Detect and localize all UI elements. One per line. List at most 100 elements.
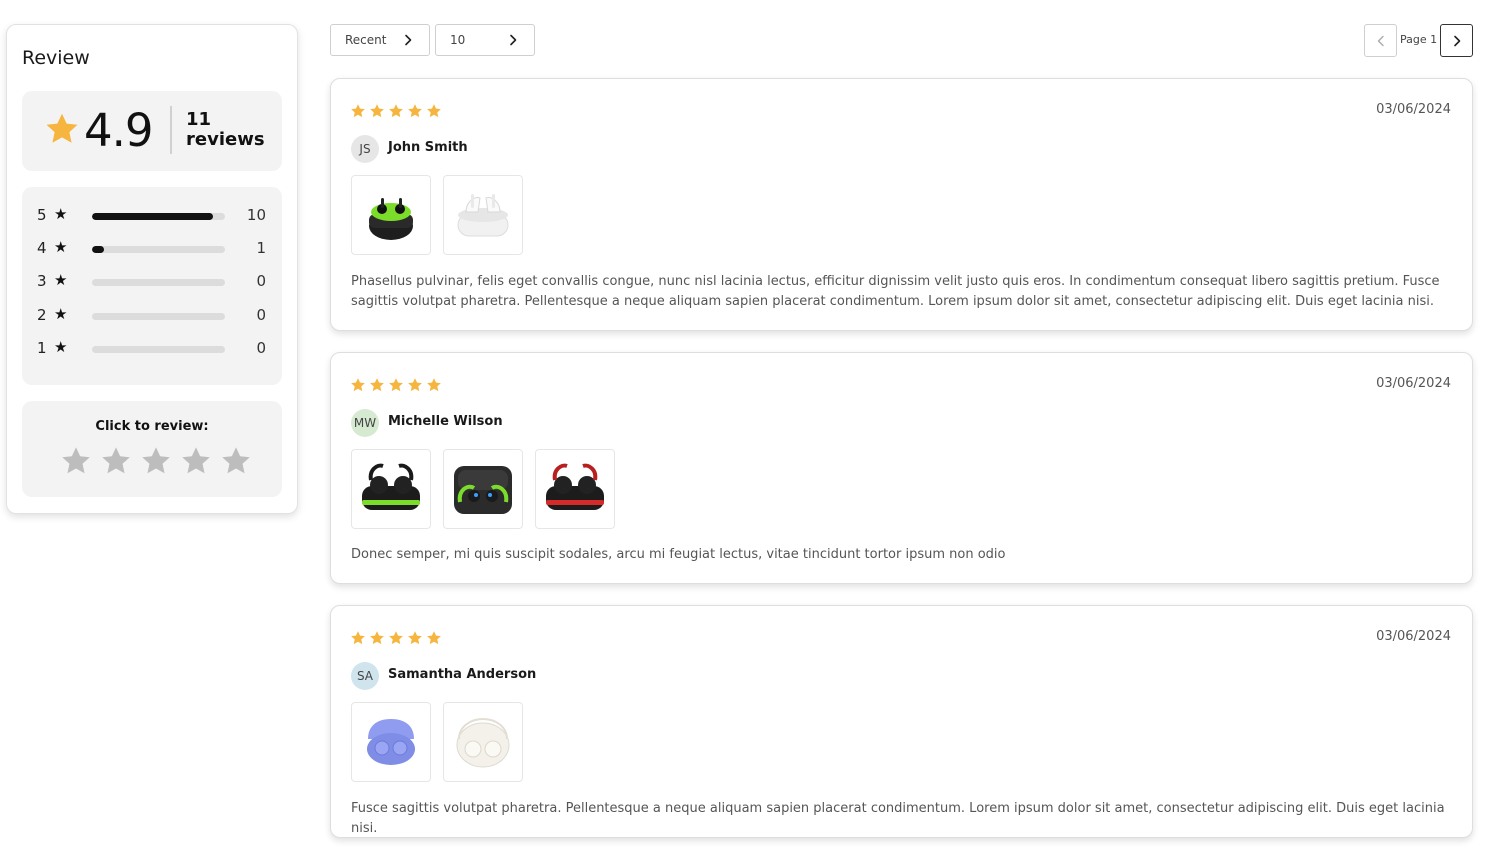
review-images — [351, 702, 523, 782]
rating-count: 1 — [256, 239, 266, 258]
rating-count: 0 — [256, 305, 266, 324]
star-icon — [427, 378, 441, 392]
star-icon: ★ — [54, 271, 68, 290]
star-icon — [370, 378, 384, 392]
average-score-box: 4.9 11 reviews — [22, 91, 282, 171]
review-text: Donec semper, mi quis suscipit sodales, … — [351, 547, 1006, 562]
sort-dropdown[interactable]: Recent — [330, 24, 430, 56]
click-to-review-panel: Click to review: — [22, 401, 282, 497]
avatar: SA — [351, 662, 379, 690]
star-level-label: 5 — [37, 206, 47, 224]
star-icon — [351, 631, 365, 645]
rating-distribution-row: 3 ★ 0 — [22, 270, 282, 294]
review-count-number: 11 — [186, 109, 212, 130]
chevron-right-icon — [1454, 35, 1461, 47]
star-icon — [427, 631, 441, 645]
rating-bar-fill — [92, 246, 104, 254]
reviewer-name: John Smith — [388, 140, 468, 155]
per-page-dropdown[interactable]: 10 — [435, 24, 535, 56]
review-count: 11 reviews — [186, 110, 265, 150]
click-to-review-label: Click to review: — [95, 419, 209, 434]
rating-distribution-row: 1 ★ 0 — [22, 337, 282, 361]
reviewer-name: Michelle Wilson — [388, 414, 503, 429]
review-card: 03/06/2024 MW Michelle Wilson Donec semp… — [330, 352, 1473, 584]
star-icon[interactable] — [100, 445, 132, 477]
sort-dropdown-value: Recent — [345, 33, 387, 47]
rating-count: 10 — [246, 206, 266, 224]
star-icon — [370, 631, 384, 645]
review-rating-stars — [350, 630, 442, 646]
star-icon — [370, 104, 384, 118]
chevron-left-icon — [1377, 35, 1384, 47]
review-images — [351, 175, 523, 255]
earbuds-image — [456, 717, 510, 768]
star-icon: ★ — [54, 337, 68, 356]
review-count-word: reviews — [186, 129, 265, 150]
review-images — [351, 449, 615, 529]
star-icon — [389, 378, 403, 392]
star-icon[interactable] — [220, 445, 252, 477]
divider — [170, 106, 172, 154]
star-icon[interactable] — [60, 445, 92, 477]
per-page-dropdown-value: 10 — [450, 33, 466, 47]
review-star-picker[interactable] — [60, 445, 252, 477]
chevron-right-icon — [510, 34, 517, 46]
rating-count: 0 — [256, 272, 266, 291]
star-icon — [408, 104, 422, 118]
star-icon — [389, 104, 403, 118]
summary-title: Review — [22, 47, 90, 69]
star-icon — [46, 113, 78, 143]
chevron-right-icon — [405, 34, 412, 46]
review-image-thumbnail[interactable] — [351, 175, 431, 255]
star-icon: ★ — [54, 205, 68, 223]
earbuds-image — [362, 463, 420, 510]
star-icon — [408, 378, 422, 392]
rating-summary-card: Review 4.9 11 reviews 5 ★ 10 4 ★ 1 3 ★ 0 2 ★ 0 1 ★ 0 C… — [6, 24, 298, 514]
review-date: 03/06/2024 — [1376, 629, 1451, 644]
rating-bar — [92, 345, 225, 353]
review-image-thumbnail[interactable] — [443, 449, 523, 529]
average-rating: 4.9 — [84, 104, 154, 157]
star-icon — [427, 104, 441, 118]
page-indicator: Page 1 — [1400, 33, 1438, 46]
star-icon — [389, 631, 403, 645]
rating-bar — [92, 312, 225, 320]
star-icon: ★ — [54, 238, 68, 257]
rating-distribution-row: 5 ★ 10 — [22, 204, 282, 228]
star-icon: ★ — [54, 304, 68, 323]
review-text: Phasellus pulvinar, felis eget convallis… — [351, 274, 1440, 309]
avatar: JS — [351, 135, 379, 163]
rating-bar — [92, 246, 225, 254]
star-icon[interactable] — [140, 445, 172, 477]
earbuds-image — [367, 719, 415, 765]
review-rating-stars — [350, 377, 442, 393]
review-rating-stars — [350, 103, 442, 119]
reviewer-name: Samantha Anderson — [388, 667, 537, 682]
star-icon — [351, 104, 365, 118]
star-icon — [408, 631, 422, 645]
review-date: 03/06/2024 — [1376, 102, 1451, 117]
rating-bar-fill — [92, 213, 214, 220]
review-card: 03/06/2024 SA Samantha Anderson Fusce sa… — [330, 605, 1473, 838]
earbuds-image — [457, 194, 509, 237]
review-image-thumbnail[interactable] — [535, 449, 615, 529]
next-page-button[interactable] — [1440, 24, 1473, 57]
star-level-label: 2 — [37, 305, 47, 324]
review-image-thumbnail[interactable] — [351, 702, 431, 782]
review-image-thumbnail[interactable] — [443, 175, 523, 255]
earbuds-image — [369, 198, 413, 240]
rating-distribution: 5 ★ 10 4 ★ 1 3 ★ 0 2 ★ 0 1 ★ 0 — [22, 187, 282, 385]
earbuds-image — [546, 463, 604, 510]
rating-count: 0 — [256, 338, 266, 357]
star-level-label: 3 — [37, 272, 47, 291]
rating-bar — [92, 279, 225, 287]
star-icon — [351, 378, 365, 392]
previous-page-button[interactable] — [1364, 24, 1397, 57]
avatar: MW — [351, 409, 379, 437]
rating-bar — [92, 213, 225, 220]
review-image-thumbnail[interactable] — [351, 449, 431, 529]
review-date: 03/06/2024 — [1376, 376, 1451, 391]
star-icon[interactable] — [180, 445, 212, 477]
review-image-thumbnail[interactable] — [443, 702, 523, 782]
review-card: 03/06/2024 JS John Smith Phasellus pulvi… — [330, 78, 1473, 331]
